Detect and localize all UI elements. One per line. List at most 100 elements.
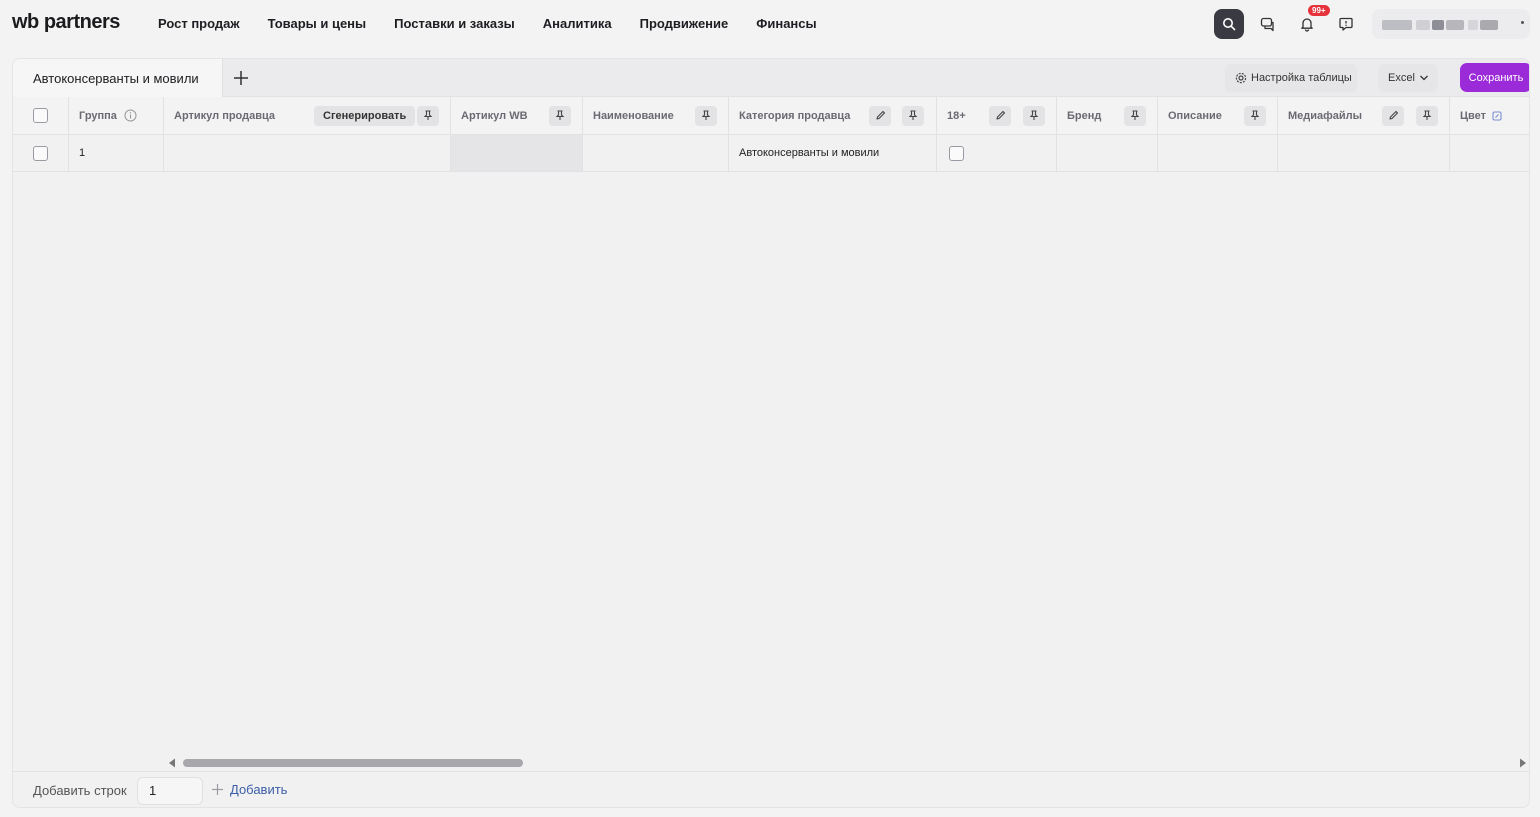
save-button[interactable]: Сохранить: [1460, 63, 1529, 92]
cell-seller-category[interactable]: Автоконсерванты и мовили: [729, 135, 937, 171]
cell-name[interactable]: [583, 135, 729, 171]
header-description: Описание: [1158, 97, 1278, 134]
select-all-checkbox[interactable]: [33, 108, 48, 123]
row-select-cell: [13, 135, 69, 171]
pin-description-button[interactable]: [1244, 105, 1266, 126]
nav-item-supplies-orders[interactable]: Поставки и заказы: [394, 16, 515, 31]
header-color-label: Цвет: [1460, 109, 1487, 122]
product-table-card: Автоконсерванты и мовили Настройка табли…: [12, 58, 1530, 808]
profile-blur: [1382, 20, 1412, 30]
edit-media-button[interactable]: [1382, 105, 1404, 126]
top-navigation-bar: wb partners Рост продаж Товары и цены По…: [0, 0, 1540, 48]
header-wb-article: Артикул WB: [451, 97, 583, 134]
header-media: Медиафайлы: [1278, 97, 1450, 134]
cell-group[interactable]: 1: [69, 135, 164, 171]
header-brand-label: Бренд: [1067, 109, 1102, 122]
pin-icon: [1029, 110, 1039, 120]
cell-wb-article: [451, 135, 583, 171]
pencil-icon: [1388, 110, 1398, 120]
pin-brand-button[interactable]: [1124, 105, 1146, 126]
plus-icon: [212, 784, 223, 795]
header-brand: Бренд: [1057, 97, 1158, 134]
cell-group-value: 1: [79, 147, 86, 159]
cell-seller-category-value: Автоконсерванты и мовили: [739, 147, 880, 159]
nav-item-promotion[interactable]: Продвижение: [640, 16, 729, 31]
row-checkbox[interactable]: [33, 145, 48, 161]
chat-icon: [1260, 17, 1274, 32]
pin-seller-category-button[interactable]: [902, 105, 924, 126]
pin-media-button[interactable]: [1416, 105, 1438, 126]
nav-item-sales-growth[interactable]: Рост продаж: [158, 16, 240, 31]
tab-label: Автоконсерванты и мовили: [33, 70, 199, 86]
header-adult-label: 18+: [947, 109, 966, 122]
profile-blur: [1480, 20, 1498, 30]
rows-count-input[interactable]: 1: [137, 777, 203, 805]
gear-icon: [1235, 72, 1247, 84]
search-button[interactable]: [1214, 9, 1244, 39]
logo-partners-text: partners: [38, 11, 121, 33]
cell-seller-article[interactable]: [164, 135, 451, 171]
scrollbar-thumb[interactable]: [183, 759, 523, 767]
pin-icon: [555, 110, 565, 120]
pin-icon: [1250, 110, 1260, 120]
save-label: Сохранить: [1468, 71, 1524, 84]
edit-seller-category-button[interactable]: [869, 105, 891, 126]
excel-dropdown[interactable]: Excel: [1378, 64, 1438, 92]
table-row: 1 Автоконсерванты и мовили: [13, 135, 1529, 172]
edit-adult-button[interactable]: [989, 105, 1011, 126]
header-wb-article-label: Артикул WB: [461, 109, 528, 122]
table-settings-label: Настройка таблицы: [1251, 72, 1352, 84]
wb-partners-logo[interactable]: wb partners: [12, 11, 120, 34]
header-description-label: Описание: [1168, 109, 1222, 122]
table-settings-button[interactable]: Настройка таблицы: [1225, 64, 1357, 92]
cell-brand[interactable]: [1057, 135, 1158, 171]
add-rows-label: Добавить строк: [33, 783, 127, 798]
link-icon[interactable]: [1492, 110, 1502, 121]
profile-blur: [1446, 20, 1464, 30]
bell-icon: [1301, 18, 1313, 32]
add-rows-button[interactable]: Добавить: [211, 782, 287, 797]
header-media-label: Медиафайлы: [1288, 109, 1363, 122]
logo-wb-text: wb: [12, 11, 39, 33]
profile-blur: [1416, 20, 1430, 30]
horizontal-scrollbar[interactable]: [13, 754, 1529, 772]
search-icon: [1223, 18, 1236, 31]
feedback-icon: [1339, 17, 1353, 31]
header-color: Цвет: [1450, 97, 1529, 134]
generate-article-button[interactable]: Сгенерировать: [314, 105, 416, 126]
pencil-icon: [875, 110, 885, 120]
nav-item-analytics[interactable]: Аналитика: [543, 16, 612, 31]
cell-color[interactable]: [1450, 135, 1529, 171]
tab-category[interactable]: Автоконсерванты и мовили: [13, 59, 223, 97]
header-seller-category-label: Категория продавца: [739, 109, 851, 122]
scroll-right-arrow-icon[interactable]: [1518, 758, 1527, 768]
pin-adult-button[interactable]: [1023, 105, 1045, 126]
add-tab-button[interactable]: [229, 66, 253, 90]
profile-menu[interactable]: [1372, 9, 1530, 39]
pin-wb-article-button[interactable]: [549, 105, 571, 126]
chat-button[interactable]: [1253, 9, 1283, 39]
pin-icon: [908, 110, 918, 120]
tabs-row: Автоконсерванты и мовили Настройка табли…: [13, 59, 1529, 97]
pin-icon: [423, 110, 433, 120]
feedback-button[interactable]: [1331, 9, 1361, 39]
header-seller-article-label: Артикул продавца: [174, 109, 276, 122]
notifications-button[interactable]: 99+: [1292, 5, 1330, 39]
pin-icon: [1422, 110, 1432, 120]
info-icon[interactable]: [124, 109, 137, 122]
cell-description[interactable]: [1158, 135, 1278, 171]
pencil-icon: [995, 110, 1005, 120]
scroll-left-arrow-icon[interactable]: [168, 758, 177, 768]
pin-seller-article-button[interactable]: [417, 105, 439, 126]
header-group: Группа: [69, 97, 164, 134]
header-select-all-cell: [13, 97, 69, 134]
cell-media[interactable]: [1278, 135, 1450, 171]
add-rows-label-text: Добавить: [230, 782, 288, 797]
adult-checkbox[interactable]: [949, 145, 964, 161]
pin-name-button[interactable]: [695, 105, 717, 126]
nav-item-products-prices[interactable]: Товары и цены: [268, 16, 367, 31]
header-name: Наименование: [583, 97, 729, 134]
profile-blur: [1432, 20, 1444, 30]
cell-adult: [937, 135, 1057, 171]
nav-item-finance[interactable]: Финансы: [756, 16, 816, 31]
